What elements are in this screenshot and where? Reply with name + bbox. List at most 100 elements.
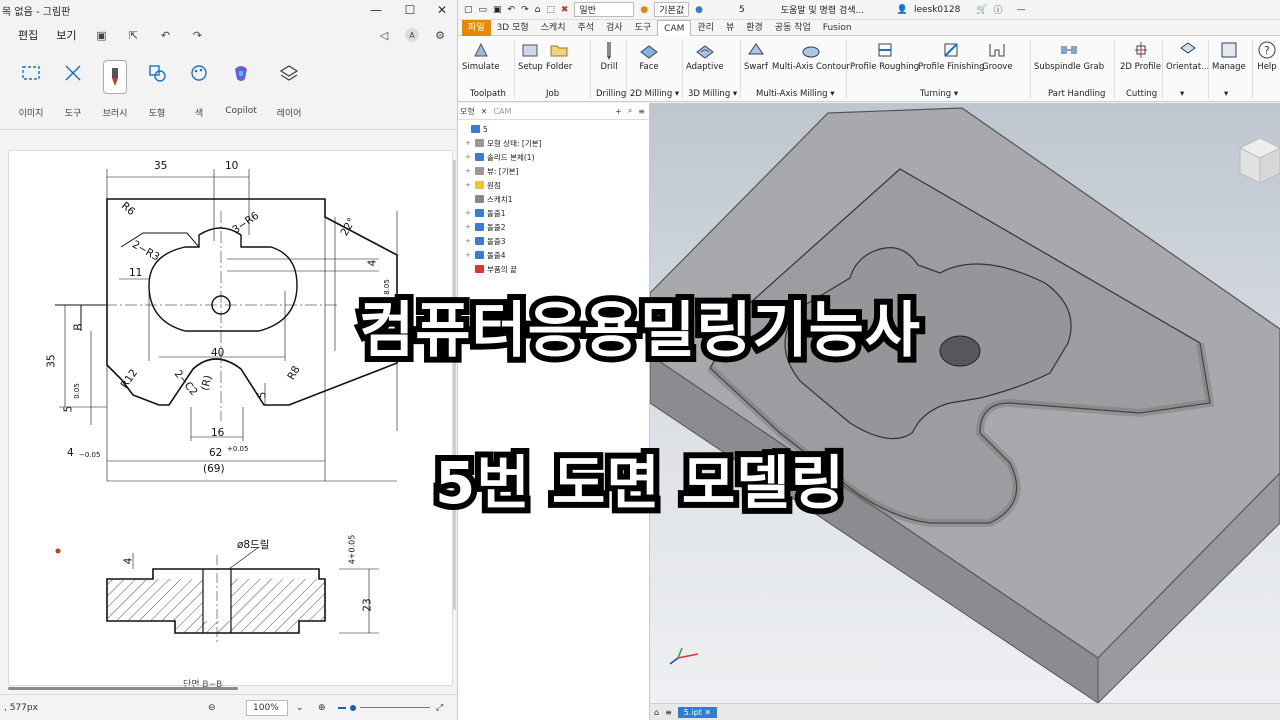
add-icon[interactable]: + <box>615 107 622 116</box>
tree-node[interactable]: + 원점 <box>458 178 649 192</box>
adaptive-button[interactable]: Adaptive <box>686 38 724 72</box>
zoom-out-icon[interactable]: ⊖ <box>208 703 216 713</box>
color-icon[interactable]: ● <box>695 5 703 15</box>
redo-icon[interactable]: ↷ <box>521 5 529 15</box>
manage-button[interactable]: Manage <box>1212 38 1246 72</box>
mode-select[interactable]: 일반 <box>574 2 635 17</box>
help-button[interactable]: ? Help <box>1256 38 1278 72</box>
save-icon[interactable]: ▣ <box>493 5 502 15</box>
tree-node[interactable]: 스케치1 <box>458 192 649 206</box>
tool-group-layers[interactable]: 레이어 <box>268 50 310 129</box>
face-button[interactable]: Face <box>638 38 660 72</box>
vertical-scrollbar[interactable] <box>453 160 456 610</box>
appearance-icon[interactable]: ● <box>640 5 648 15</box>
panel-turning[interactable]: Turning ▾ <box>920 89 958 99</box>
panel-orientation-dropdown[interactable]: ▾ <box>1180 89 1184 99</box>
search-icon[interactable]: ⌕ <box>628 106 632 116</box>
close-icon[interactable]: ✕ <box>481 107 488 116</box>
tool-group-shapes[interactable]: 도형 <box>136 50 178 129</box>
home-tab-icon[interactable]: ⌂ <box>654 708 659 717</box>
tab-sketch[interactable]: 스케치 <box>535 20 572 36</box>
tree-node[interactable]: + 뷰: [기본] <box>458 164 649 178</box>
tree-node[interactable]: 5 <box>458 122 649 136</box>
tool-group-image[interactable]: 이미지 <box>10 50 52 129</box>
tree-node[interactable]: + 돌출4 <box>458 248 649 262</box>
multi-axis-contour-button[interactable]: Multi-Axis Contour <box>772 38 850 72</box>
subspindle-grab-button[interactable]: Subspindle Grab <box>1034 38 1104 72</box>
zoom-select[interactable]: 100% <box>246 699 288 716</box>
expand-icon[interactable]: + <box>464 237 472 245</box>
tool-group-copilot[interactable]: Copilot <box>220 50 262 129</box>
panel-3d-milling[interactable]: 3D Milling ▾ <box>688 89 737 99</box>
tab-inspect[interactable]: 검사 <box>600 20 629 36</box>
graphics-viewport[interactable] <box>650 103 1280 703</box>
panel-2d-milling[interactable]: 2D Milling ▾ <box>630 89 679 99</box>
panel-manage-dropdown[interactable]: ▾ <box>1224 89 1228 99</box>
swarf-button[interactable]: Swarf <box>744 38 768 72</box>
expand-icon[interactable]: + <box>464 181 472 189</box>
browser-tab-model[interactable]: 모형 <box>460 106 475 117</box>
home-icon[interactable]: ⌂ <box>535 5 541 15</box>
menu-view[interactable]: 보기 <box>56 27 76 43</box>
zoom-in-icon[interactable]: ⊕ <box>318 703 326 713</box>
expand-icon[interactable]: + <box>464 153 472 161</box>
folder-button[interactable]: Folder <box>546 38 572 72</box>
tool-group-brush[interactable]: 브러시 <box>94 50 136 129</box>
search-input[interactable]: 도움말 및 명령 검색... <box>781 3 881 16</box>
save-icon[interactable]: ▣ <box>95 28 109 42</box>
material-select[interactable]: 기본값 <box>654 2 690 17</box>
account-icon[interactable]: A <box>405 28 419 42</box>
tree-node[interactable]: + 솔리드 본체(1) <box>458 150 649 164</box>
tree-node[interactable]: + 모형 상태: [기본] <box>458 136 649 150</box>
tab-fusion[interactable]: Fusion <box>817 20 858 36</box>
tool-group-tools[interactable]: 도구 <box>52 50 94 129</box>
tab-file[interactable]: 파일 <box>462 19 491 36</box>
tab-view[interactable]: 뷰 <box>720 20 740 36</box>
tabs-menu-icon[interactable]: ≡ <box>665 708 672 717</box>
expand-icon[interactable]: + <box>464 251 472 259</box>
panel-multi-axis[interactable]: Multi-Axis Milling ▾ <box>756 89 835 99</box>
tab-collaborate[interactable]: 공동 작업 <box>769 20 817 36</box>
help-menu-icon[interactable]: ⓘ <box>994 3 1003 16</box>
profile-finishing-button[interactable]: Profile Finishing <box>918 38 984 72</box>
tab-cam[interactable]: CAM <box>657 19 692 36</box>
simulate-button[interactable]: Simulate <box>462 38 500 72</box>
close-icon[interactable]: ✕ <box>426 0 457 20</box>
groove-button[interactable]: Groove <box>982 38 1013 72</box>
fit-icon[interactable]: ⤢ <box>436 703 443 713</box>
menu-edit[interactable]: 편집 <box>18 27 38 43</box>
tab-annotate[interactable]: 주석 <box>571 20 600 36</box>
zoom-dropdown-icon[interactable]: ⌄ <box>296 703 304 713</box>
redo-icon[interactable]: ↷ <box>191 28 205 42</box>
expand-icon[interactable]: + <box>464 209 472 217</box>
new-icon[interactable]: ▢ <box>464 5 473 15</box>
tree-node[interactable]: 부품의 끝 <box>458 262 649 276</box>
undo-icon[interactable]: ↶ <box>508 5 516 15</box>
undo-icon[interactable]: ↶ <box>159 28 173 42</box>
setup-button[interactable]: Setup <box>518 38 543 72</box>
open-icon[interactable]: ▭ <box>479 5 488 15</box>
tree-node[interactable]: + 돌출2 <box>458 220 649 234</box>
2d-profile-button[interactable]: 2D Profile <box>1120 38 1161 72</box>
expand-icon[interactable]: + <box>464 167 472 175</box>
profile-roughing-button[interactable]: Profile Roughing <box>850 38 919 72</box>
zoom-slider-thumb[interactable] <box>350 704 356 711</box>
view-cube[interactable] <box>1238 137 1280 184</box>
tab-tools[interactable]: 도구 <box>629 20 658 36</box>
tree-node[interactable]: + 돌출1 <box>458 206 649 220</box>
settings-icon[interactable]: ⚙ <box>433 28 447 42</box>
tab-manage[interactable]: 관리 <box>691 20 720 36</box>
stop-icon[interactable]: ✖ <box>561 5 569 15</box>
user-icon[interactable]: 👤 <box>897 5 908 15</box>
select-icon[interactable]: ⬚ <box>546 5 555 15</box>
maximize-icon[interactable]: ☐ <box>394 0 426 20</box>
orientation-button[interactable]: Orientat... <box>1166 38 1209 72</box>
browser-tab-cam[interactable]: CAM <box>493 107 511 116</box>
cart-icon[interactable]: 🛒 <box>976 5 987 15</box>
user-name[interactable]: leesk0128 <box>914 5 960 15</box>
expand-icon[interactable]: + <box>464 223 472 231</box>
horizontal-scrollbar[interactable] <box>8 687 238 690</box>
share-icon[interactable]: ⇱ <box>127 28 141 42</box>
drill-button[interactable]: Drill <box>598 38 620 72</box>
tree-node[interactable]: + 돌출3 <box>458 234 649 248</box>
